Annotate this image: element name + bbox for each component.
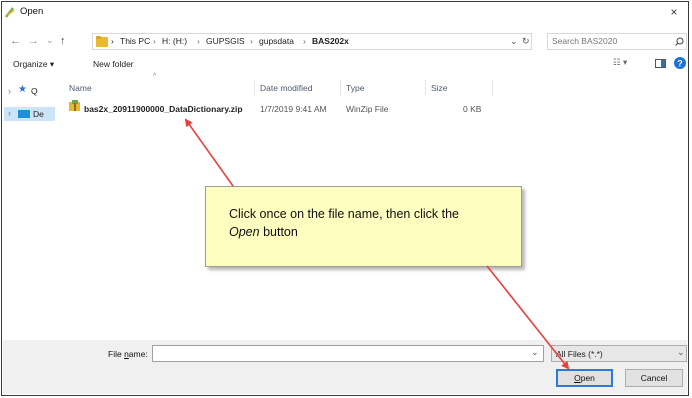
title-bar <box>3 3 687 27</box>
breadcrumb-h-drive[interactable]: H: (H:) <box>162 36 187 46</box>
folder-icon <box>96 36 108 47</box>
breadcrumb-this-pc[interactable]: This PC <box>120 36 150 46</box>
filter-dropdown-icon: ⌄ <box>677 347 685 357</box>
callout-line-2: button <box>259 225 298 239</box>
app-leaf-icon <box>5 7 15 18</box>
column-header-name[interactable]: Name <box>69 83 92 93</box>
close-button[interactable]: × <box>664 3 684 21</box>
column-divider[interactable] <box>254 80 255 96</box>
column-divider[interactable] <box>425 80 426 96</box>
change-view-icon[interactable]: ☷ ▾ <box>613 57 627 68</box>
address-dropdown-icon[interactable]: ⌄ <box>510 34 518 48</box>
window-title: Open <box>20 6 44 17</box>
sidebar-item-quick-access[interactable]: Q <box>31 86 38 96</box>
cancel-button[interactable]: Cancel <box>625 369 683 387</box>
date-modified-cell: 1/7/2019 9:41 AM <box>260 104 327 114</box>
breadcrumb-separator: › <box>303 36 306 46</box>
sidebar-item-desktop[interactable]: De <box>33 109 44 119</box>
organize-menu-button[interactable]: Organize ▾ <box>13 59 54 70</box>
breadcrumb-gupsdata[interactable]: gupsdata <box>259 36 294 46</box>
recent-locations-icon[interactable]: ⌄ <box>46 33 54 47</box>
sidebar-expander[interactable]: › <box>8 86 11 96</box>
sidebar-expander[interactable]: › <box>8 108 11 118</box>
column-header-date-modified[interactable]: Date modified <box>260 83 312 93</box>
breadcrumb-separator: › <box>250 36 253 46</box>
callout-text: Click once on the file name, then click … <box>229 205 519 241</box>
new-folder-button[interactable]: New folder <box>93 59 134 69</box>
forward-arrow-icon[interactable]: → <box>28 34 39 48</box>
file-type-filter-label: All Files (*.*) <box>556 349 603 359</box>
type-cell: WinZip File <box>346 104 389 114</box>
breadcrumb-separator: › <box>197 36 200 46</box>
breadcrumb-separator: › <box>111 36 114 46</box>
column-divider[interactable] <box>340 80 341 96</box>
file-name-input[interactable] <box>152 345 544 362</box>
breadcrumb-separator: › <box>153 36 156 46</box>
help-icon[interactable]: ? <box>674 57 686 69</box>
desktop-icon <box>18 110 30 118</box>
size-cell: 0 KB <box>463 104 482 114</box>
preview-pane-icon[interactable] <box>655 59 666 68</box>
callout-line-1: Click once on the file name, then click … <box>229 207 459 221</box>
column-header-size[interactable]: Size <box>431 83 448 93</box>
column-divider[interactable] <box>492 80 493 96</box>
svg-text:?: ? <box>677 59 683 69</box>
file-name-dropdown-icon[interactable]: ⌄ <box>531 347 539 358</box>
file-name-label: File name: <box>108 349 148 359</box>
zip-file-icon <box>69 100 80 111</box>
callout-open-emphasis: Open <box>229 225 260 239</box>
breadcrumb-gupsgis[interactable]: GUPSGIS <box>206 36 245 46</box>
column-header-type[interactable]: Type <box>346 83 364 93</box>
open-button[interactable]: Open <box>556 369 613 387</box>
back-arrow-icon[interactable]: ← <box>10 34 21 48</box>
sort-indicator-icon: ^ <box>153 73 157 80</box>
search-input[interactable]: Search BAS2020 <box>552 36 617 46</box>
file-name-cell[interactable]: bas2x_20911900000_DataDictionary.zip <box>84 104 243 114</box>
star-icon: ★ <box>18 84 27 95</box>
search-icon <box>675 37 684 46</box>
breadcrumb-bas202x[interactable]: BAS202x <box>312 36 349 46</box>
up-arrow-icon[interactable]: ↑ <box>60 34 66 48</box>
refresh-icon[interactable]: ↻ <box>522 34 530 48</box>
